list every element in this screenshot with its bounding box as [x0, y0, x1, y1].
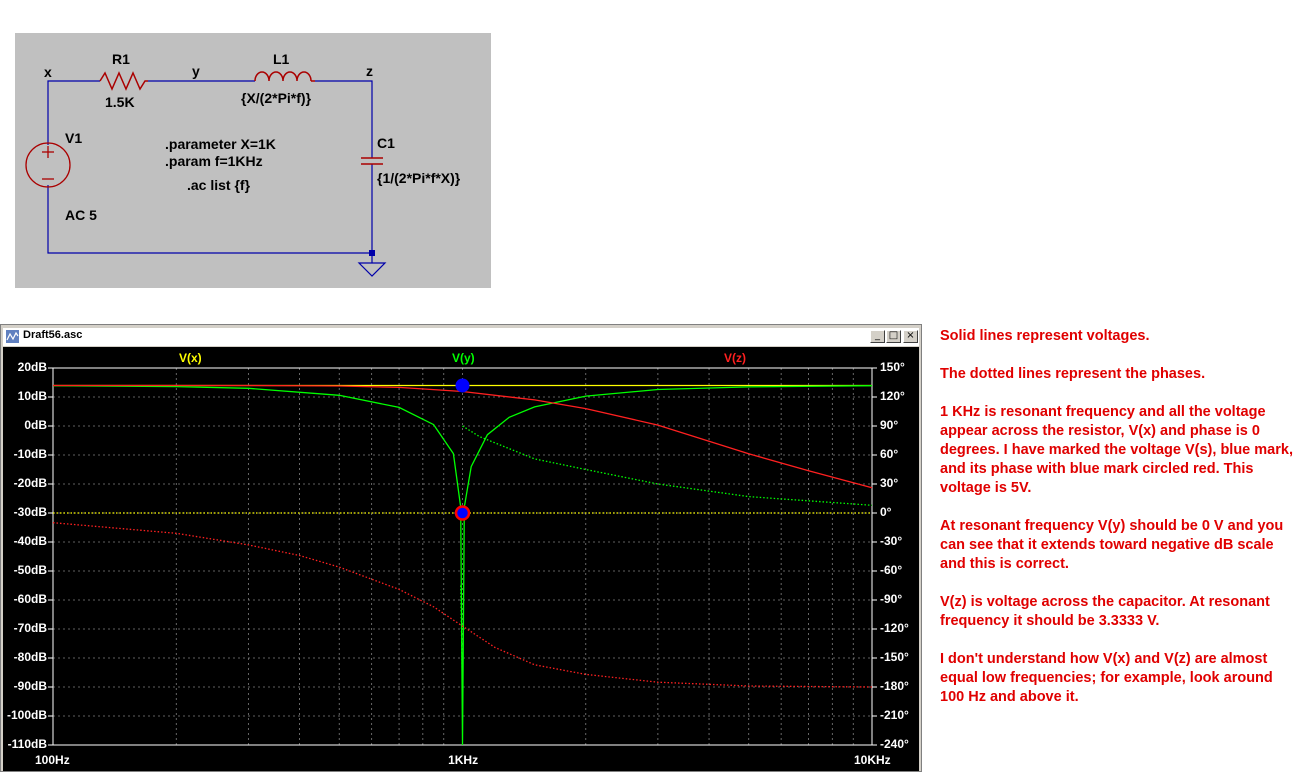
trace-vz-magnitude	[53, 384, 873, 489]
node-junction	[369, 250, 375, 256]
window-title: Draft56.asc	[23, 329, 83, 341]
x-tick-label: 1KHz	[448, 753, 479, 767]
maximize-button[interactable]: □	[886, 330, 901, 343]
trace-label-vx[interactable]: V(x)	[179, 351, 202, 365]
y-left-tick-label: -50dB	[13, 563, 47, 577]
r1-name: R1	[112, 51, 130, 67]
y-right-tick-label: -120°	[880, 621, 909, 635]
resistor-r1[interactable]	[99, 71, 148, 91]
v1-name: V1	[65, 130, 83, 146]
capacitor-c1[interactable]	[361, 157, 383, 165]
y-left-tick-label: -110dB	[7, 737, 47, 751]
cursor-marker-magnitude	[455, 378, 470, 393]
y-right-tick-label: -210°	[880, 708, 909, 722]
v1-value: AC 5	[65, 207, 97, 223]
l1-value: {X/(2*Pi*f)}	[241, 90, 312, 106]
annotation-notes: Solid lines represent voltages. The dott…	[940, 327, 1295, 726]
y-left-tick-label: -90dB	[13, 679, 47, 693]
y-left-tick-label: -70dB	[13, 621, 47, 635]
y-left-tick-label: -100dB	[6, 708, 47, 722]
note-paragraph: I don't understand how V(x) and V(z) are…	[940, 651, 1273, 705]
ground-symbol	[357, 253, 387, 277]
y-right-tick-label: -60°	[880, 563, 903, 577]
y-left-tick-label: 10dB	[17, 389, 47, 403]
note-paragraph: The dotted lines represent the phases.	[940, 366, 1206, 382]
node-label-x: x	[44, 64, 52, 80]
trace-label-vy[interactable]: V(y)	[452, 351, 475, 365]
y-left-tick-label: -60dB	[13, 592, 47, 606]
y-right-tick-label: -90°	[880, 592, 903, 606]
waveform-app-icon	[6, 330, 19, 343]
x-tick-label: 100Hz	[35, 753, 70, 767]
y-left-tick-label: -10dB	[13, 447, 47, 461]
plot-canvas[interactable]	[3, 347, 919, 771]
note-paragraph: At resonant frequency V(y) should be 0 V…	[940, 518, 1284, 572]
note-paragraph: Solid lines represent voltages.	[940, 328, 1150, 344]
note-paragraph: 1 KHz is resonant frequency and all the …	[940, 404, 1293, 496]
spice-directive[interactable]: .ac list {f}	[187, 177, 250, 193]
c1-value: {1/(2*Pi*f*X)}	[377, 170, 461, 186]
plot-pane[interactable]: V(x) V(y) V(z) 20dB 10dB 0dB -10dB -20dB -30d…	[3, 347, 919, 771]
y-right-tick-label: 0°	[880, 505, 892, 519]
close-button[interactable]: ×	[903, 330, 918, 343]
y-right-tick-label: 30°	[880, 476, 899, 490]
spice-directive[interactable]: .parameter X=1K	[165, 136, 276, 152]
trace-label-vz[interactable]: V(z)	[724, 351, 746, 365]
y-left-tick-label: 0dB	[24, 418, 47, 432]
node-label-y: y	[192, 63, 200, 79]
c1-name: C1	[377, 135, 395, 151]
voltage-source-v1[interactable]	[25, 142, 71, 188]
y-right-tick-label: 120°	[880, 389, 905, 403]
y-right-tick-label: -30°	[880, 534, 903, 548]
window-titlebar[interactable]: Draft56.asc _ □ ×	[3, 328, 919, 346]
y-right-tick-label: -150°	[880, 650, 909, 664]
y-left-tick-label: -20dB	[13, 476, 47, 490]
cursor-marker-phase	[454, 505, 471, 521]
y-left-tick-label: -80dB	[13, 650, 47, 664]
y-left-tick-label: -40dB	[13, 534, 47, 548]
y-left-tick-label: 20dB	[17, 360, 47, 374]
inductor-l1[interactable]	[254, 71, 315, 82]
note-paragraph: V(z) is voltage across the capacitor. At…	[940, 594, 1270, 629]
trace-vy-phase	[462, 425, 873, 506]
minimize-button[interactable]: _	[870, 330, 885, 343]
y-right-tick-label: 150°	[880, 360, 905, 374]
y-right-tick-label: 60°	[880, 447, 899, 461]
waveform-window: Draft56.asc _ □ × V(x) V(y) V(z) 20dB 10d…	[0, 324, 922, 772]
x-tick-label: 10KHz	[854, 753, 891, 767]
y-left-tick-label: -30dB	[13, 505, 47, 519]
l1-name: L1	[273, 51, 290, 67]
y-right-tick-label: 90°	[880, 418, 899, 432]
y-right-tick-label: -180°	[880, 679, 909, 693]
y-right-tick-label: -240°	[880, 737, 909, 751]
schematic-panel: x y z R1 1.5K L1 {X/(2*Pi*f)} C1 {1/(2*P…	[15, 33, 491, 288]
spice-directive[interactable]: .param f=1KHz	[165, 153, 263, 169]
r1-value: 1.5K	[105, 94, 135, 110]
node-label-z: z	[366, 63, 373, 79]
